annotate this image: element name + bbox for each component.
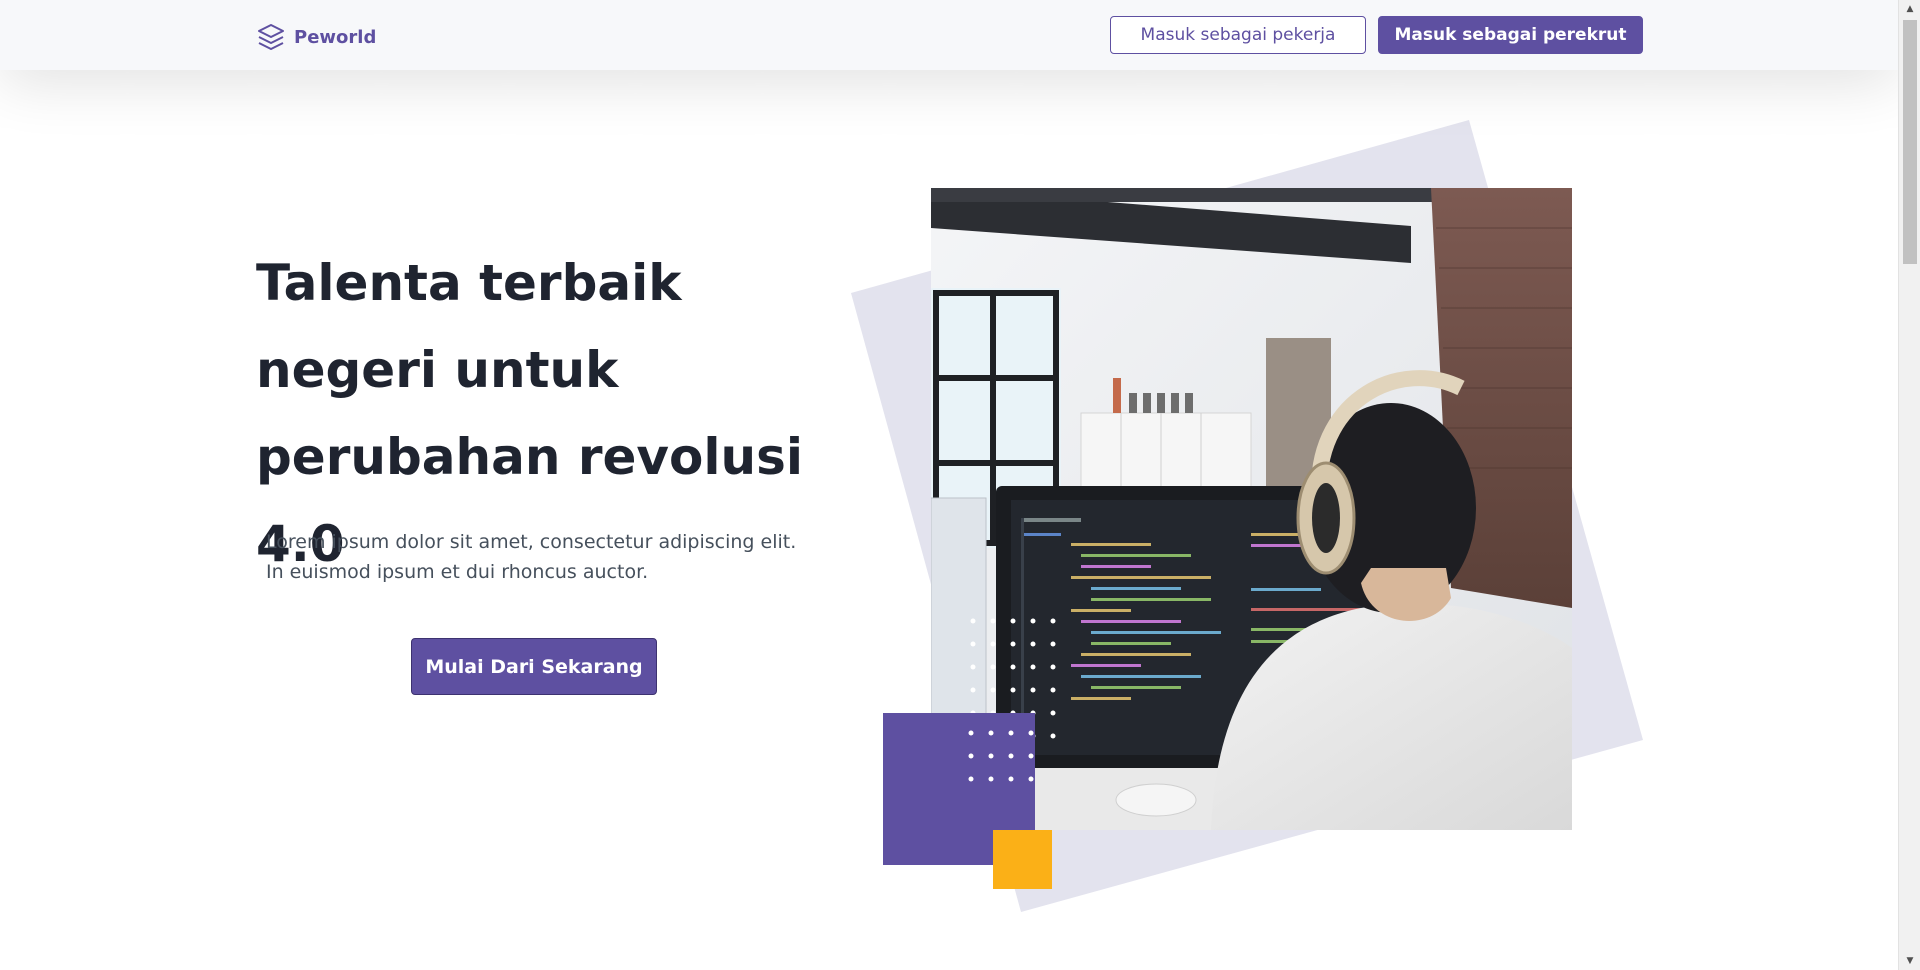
scroll-up-arrow-icon[interactable]: ▲	[1899, 0, 1920, 18]
developer-photo-image	[931, 188, 1572, 830]
scroll-down-arrow-icon[interactable]: ▼	[1899, 952, 1920, 970]
brand-logo[interactable]: Peworld	[256, 22, 376, 52]
login-recruiter-button[interactable]: Masuk sebagai perekrut	[1378, 16, 1643, 54]
navbar: Peworld Masuk sebagai pekerja Masuk seba…	[0, 0, 1898, 70]
page-scrollbar[interactable]: ▲ ▼	[1898, 0, 1920, 970]
decor-yellow-square	[993, 830, 1052, 889]
login-worker-button[interactable]: Masuk sebagai pekerja	[1110, 16, 1366, 54]
layers-icon	[258, 24, 284, 50]
hero-photo	[931, 188, 1572, 830]
brand-name: Peworld	[294, 26, 377, 48]
hero-description-line: In euismod ipsum et dui rhoncus auctor.	[266, 561, 649, 583]
decor-tilted-square	[851, 120, 1643, 912]
hero-description: Lorem ipsum dolor sit amet, consectetur …	[266, 527, 826, 587]
decor-dots	[968, 730, 1034, 782]
start-now-button[interactable]: Mulai Dari Sekarang	[411, 638, 657, 695]
hero-description-line: Lorem ipsum dolor sit amet, consectetur …	[266, 531, 797, 553]
page: Peworld Masuk sebagai pekerja Masuk seba…	[0, 0, 1898, 970]
decor-purple-square	[883, 713, 1035, 865]
scroll-thumb[interactable]	[1903, 20, 1917, 264]
